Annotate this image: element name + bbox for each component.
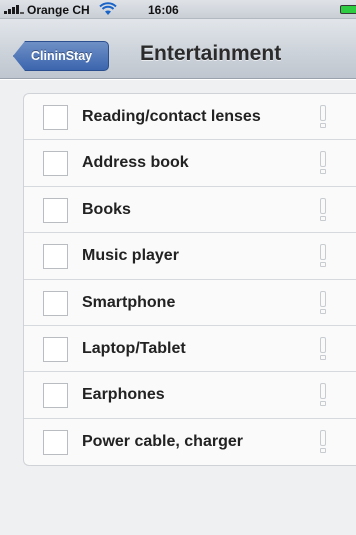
info-icon[interactable] (319, 290, 327, 315)
checkbox[interactable] (43, 151, 68, 177)
list-item[interactable]: Music player (24, 233, 356, 280)
carrier-name: Orange CH (27, 3, 90, 17)
checkbox[interactable] (43, 197, 68, 223)
item-label: Earphones (82, 386, 165, 404)
list-item[interactable]: Address book (24, 140, 356, 187)
item-label: Smartphone (82, 293, 176, 311)
item-label: Reading/contact lenses (82, 108, 261, 125)
info-icon[interactable] (319, 429, 327, 454)
item-label: Address book (82, 154, 189, 172)
checklist: Reading/contact lenses Address book Book… (23, 93, 356, 467)
checkbox[interactable] (43, 290, 68, 316)
info-icon[interactable] (319, 197, 327, 222)
item-label: Music player (82, 247, 179, 265)
screen: Orange CH 16:06 ClininStay Entertainment… (0, 0, 356, 535)
list-item[interactable]: Smartphone (24, 280, 356, 326)
info-icon[interactable] (319, 105, 327, 129)
checkbox[interactable] (43, 429, 68, 455)
back-button-label: ClininStay (31, 49, 93, 63)
list-item[interactable]: Books (24, 187, 356, 234)
list-item[interactable]: Earphones (24, 372, 356, 419)
list-item[interactable]: Laptop/Tablet (24, 326, 356, 373)
battery-icon (340, 5, 356, 14)
info-icon[interactable] (319, 151, 327, 175)
status-time: 16:06 (148, 3, 179, 17)
checkbox[interactable] (43, 336, 68, 362)
item-label: Power cable, charger (82, 432, 243, 450)
info-icon[interactable] (319, 244, 327, 268)
checkbox[interactable] (43, 105, 68, 130)
item-label: Books (82, 200, 131, 218)
item-label: Laptop/Tablet (82, 339, 186, 357)
back-button[interactable]: ClininStay (13, 41, 109, 71)
checkbox[interactable] (43, 244, 68, 270)
page-title: Entertainment (140, 42, 282, 65)
wifi-icon (99, 2, 117, 15)
list-item[interactable]: Power cable, charger (24, 419, 356, 465)
status-bar: Orange CH 16:06 (0, 0, 356, 19)
checkbox[interactable] (43, 383, 68, 409)
info-icon[interactable] (319, 383, 327, 407)
navigation-bar: ClininStay Entertainment (0, 19, 356, 79)
content-area: Reading/contact lenses Address book Book… (0, 80, 356, 535)
list-item[interactable]: Reading/contact lenses (24, 94, 356, 141)
info-icon[interactable] (319, 336, 327, 361)
